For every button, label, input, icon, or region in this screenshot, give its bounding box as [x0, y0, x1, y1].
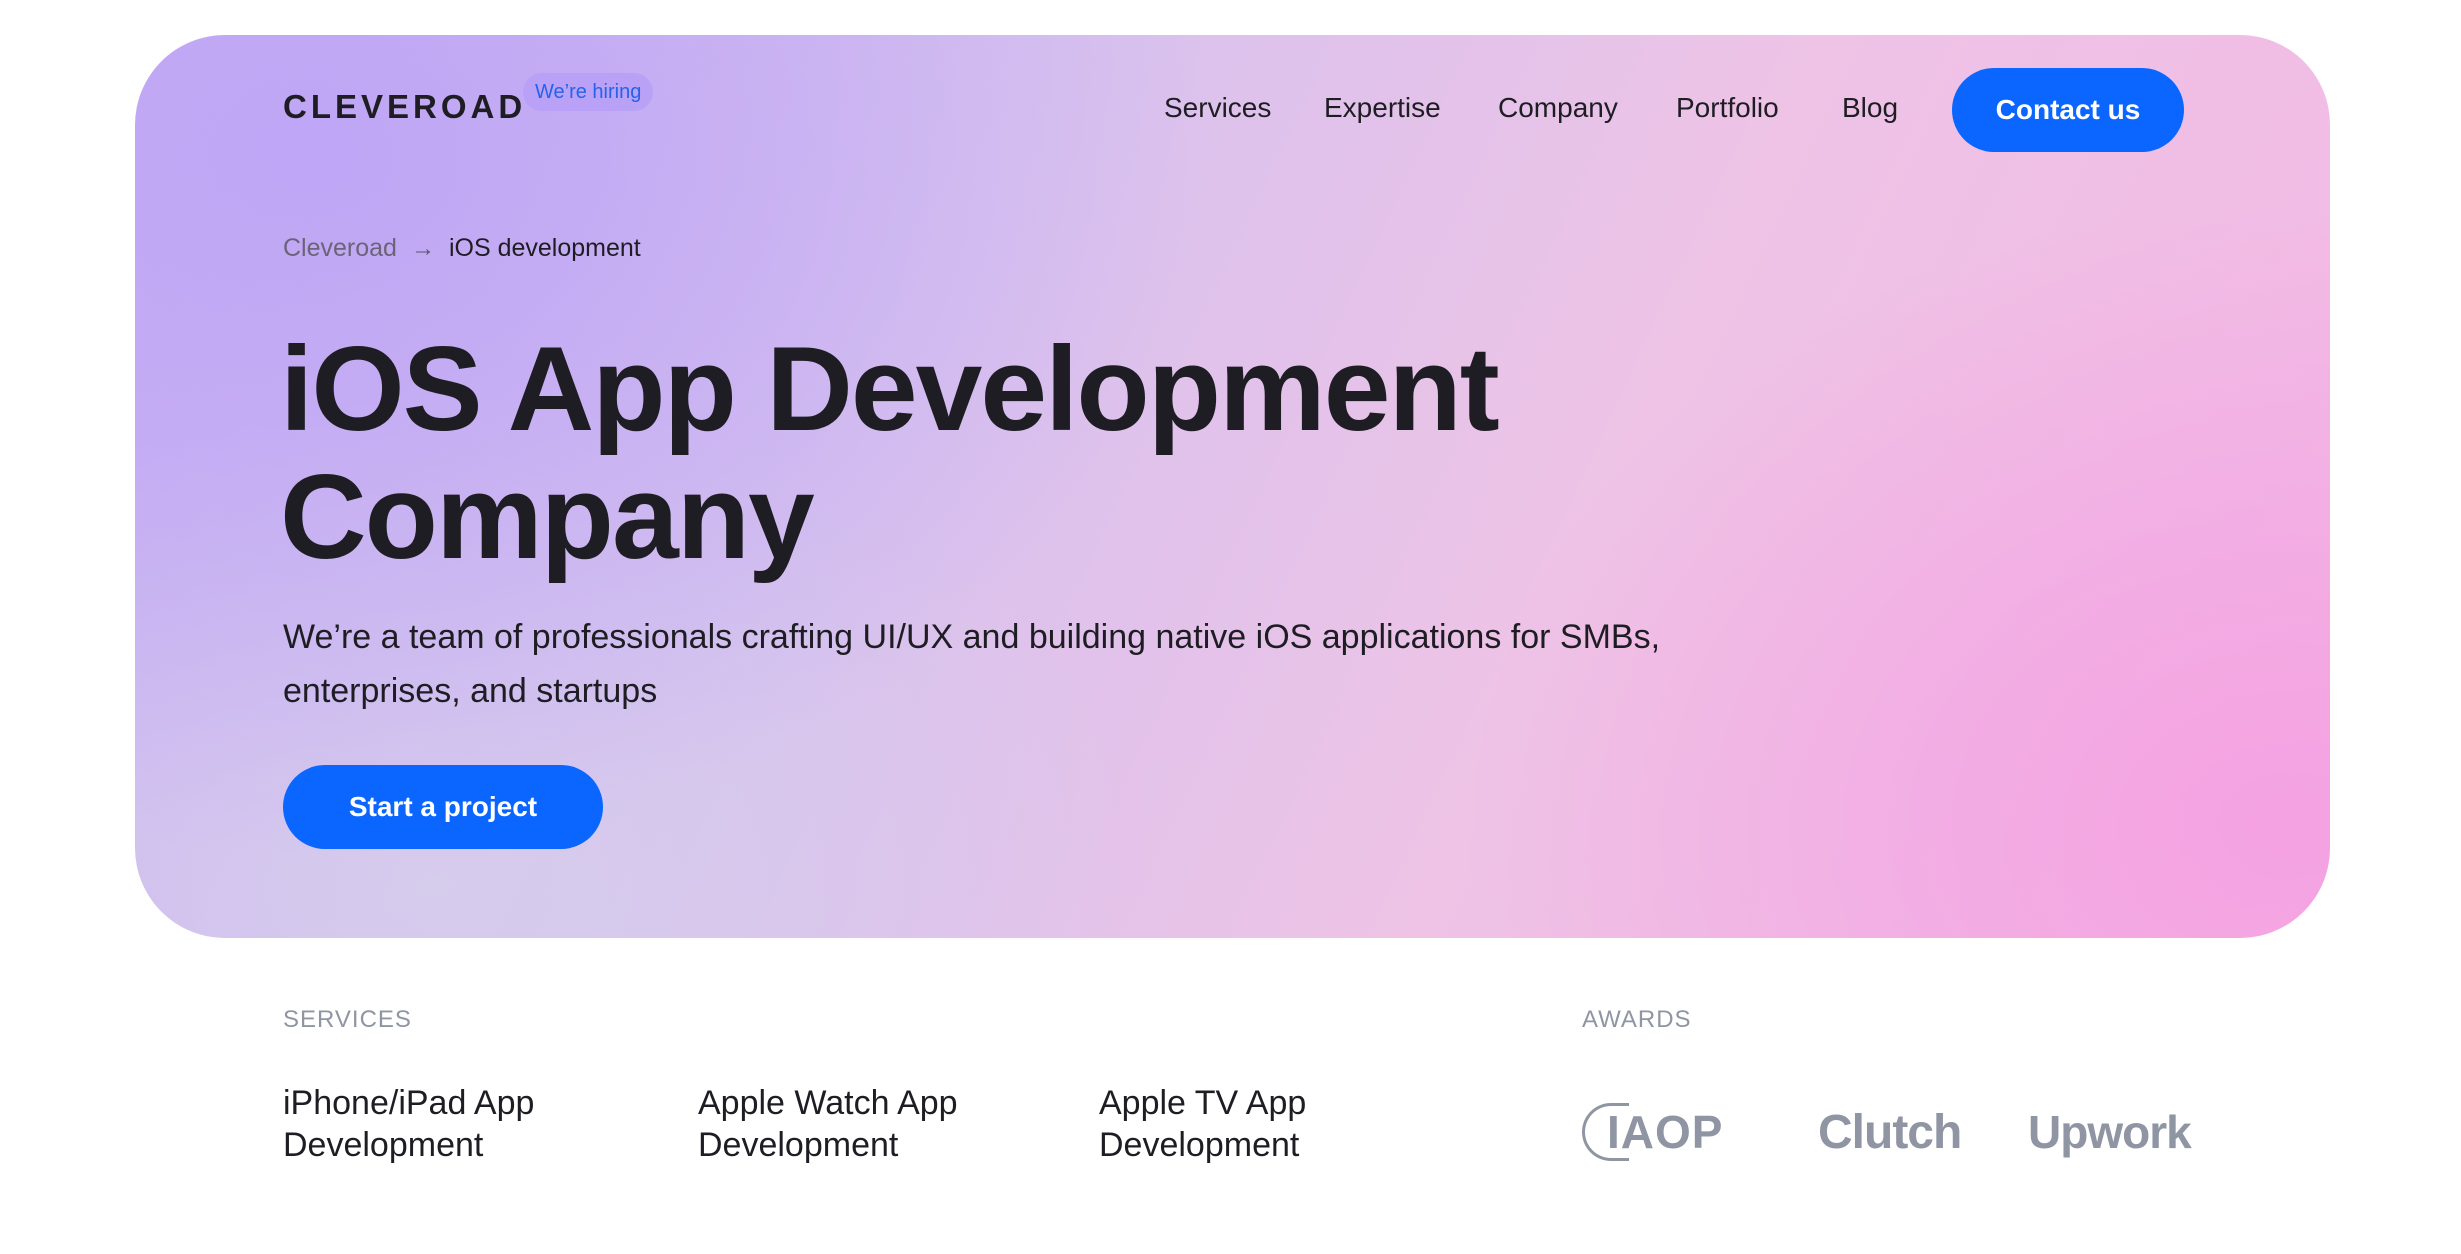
hero-description: We’re a team of professionals crafting U…	[283, 618, 1661, 710]
awards-heading: AWARDS	[1582, 1006, 1692, 1033]
service-item-iphone-ipad[interactable]: iPhone/iPad App Development	[283, 1082, 663, 1166]
service-item-line-1: Apple TV App	[1099, 1084, 1307, 1122]
nav-expertise[interactable]: Expertise	[1324, 92, 1441, 124]
nav-blog[interactable]: Blog	[1842, 92, 1898, 124]
start-project-button[interactable]: Start a project	[283, 765, 603, 849]
breadcrumb-home-link[interactable]: Cleveroad	[283, 234, 397, 263]
service-item-apple-watch[interactable]: Apple Watch App Development	[698, 1082, 1078, 1166]
contact-us-button[interactable]: Contact us	[1952, 68, 2184, 152]
upwork-logo: Upwork	[2028, 1106, 2192, 1158]
service-item-line-1: iPhone/iPad App	[283, 1084, 535, 1122]
service-item-line-1: Apple Watch App	[698, 1084, 958, 1122]
site-logo[interactable]: CLEVEROAD	[283, 88, 526, 126]
service-item-line-2: Development	[1099, 1126, 1300, 1164]
nav-services[interactable]: Services	[1164, 92, 1271, 124]
service-item-line-2: Development	[283, 1126, 484, 1164]
iaop-arc-icon	[1582, 1102, 1629, 1161]
nav-portfolio[interactable]: Portfolio	[1676, 92, 1779, 124]
page-title-line-2: Company	[280, 450, 815, 584]
nav-company[interactable]: Company	[1498, 92, 1618, 124]
services-heading: SERVICES	[283, 1006, 412, 1033]
iaop-logo: IAOP	[1582, 1102, 1723, 1165]
breadcrumb-current: iOS development	[448, 234, 641, 262]
arrow-right-icon: →	[410, 234, 435, 262]
page-title: iOS App Development Company	[280, 322, 1500, 584]
page-title-line-1: iOS App Development	[280, 322, 1500, 456]
breadcrumb: Cleveroad → iOS development	[283, 234, 641, 263]
hiring-badge[interactable]: We’re hiring	[523, 73, 654, 111]
clutch-logo: Clutch	[1818, 1106, 1962, 1159]
service-item-line-2: Development	[698, 1126, 899, 1164]
service-item-apple-tv[interactable]: Apple TV App Development	[1099, 1082, 1479, 1166]
